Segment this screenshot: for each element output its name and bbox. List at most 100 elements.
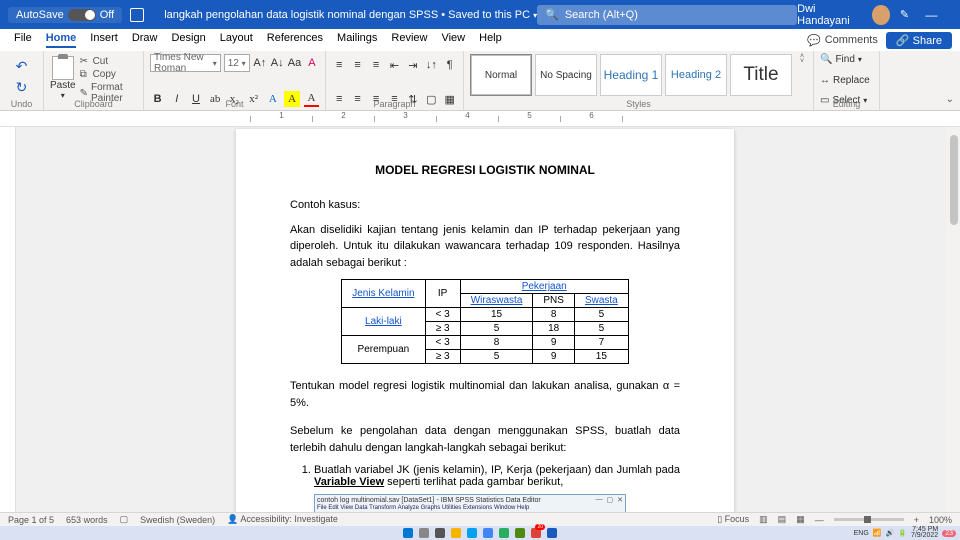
style-title[interactable]: Title xyxy=(730,54,792,96)
tab-layout[interactable]: Layout xyxy=(220,32,253,48)
doc-heading: MODEL REGRESI LOGISTIK NOMINAL xyxy=(290,163,680,177)
group-label-clipboard: Clipboard xyxy=(44,99,143,109)
tab-draw[interactable]: Draw xyxy=(132,32,158,48)
sort-icon[interactable]: ↓↑ xyxy=(424,57,438,73)
excel-icon[interactable] xyxy=(499,528,509,538)
accessibility-indicator[interactable]: 👤 Accessibility: Investigate xyxy=(227,514,338,525)
search-tb-icon[interactable] xyxy=(419,528,429,538)
zoom-out-icon[interactable]: — xyxy=(815,515,824,525)
font-name-select[interactable]: Times New Roman▾ xyxy=(150,54,221,72)
zoom-level[interactable]: 100% xyxy=(929,515,952,525)
word-icon[interactable] xyxy=(547,528,557,538)
scissors-icon: ✂ xyxy=(80,57,90,67)
tab-file[interactable]: File xyxy=(14,32,32,48)
data-table: Jenis Kelamin IP Pekerjaan Wiraswasta PN… xyxy=(341,279,629,364)
spss-min-icon: — xyxy=(596,496,603,504)
ribbon: ↶ ↻ Undo Paste▾ ✂Cut ⧉Copy ✎Format Paint… xyxy=(0,51,960,111)
pilcrow-icon[interactable]: ¶ xyxy=(443,57,457,73)
th-jk: Jenis Kelamin xyxy=(342,280,425,308)
tab-mailings[interactable]: Mailings xyxy=(337,32,377,48)
tab-references[interactable]: References xyxy=(267,32,323,48)
tab-home[interactable]: Home xyxy=(46,32,77,48)
line-icon[interactable] xyxy=(515,528,525,538)
maximize-button[interactable]: ▢ xyxy=(954,0,960,29)
find-button[interactable]: 🔍Find▾ xyxy=(820,53,873,66)
paragraph-group: ≡ ≡ ≡ ⇤ ⇥ ↓↑ ¶ ≡ ≡ ≡ ≡ ⇅ ▢ ▦ Paragraph xyxy=(326,51,464,110)
style-nospacing[interactable]: No Spacing xyxy=(535,54,597,96)
style-heading2[interactable]: Heading 2 xyxy=(665,54,727,96)
zoom-slider[interactable] xyxy=(834,518,904,521)
start-icon[interactable] xyxy=(403,528,413,538)
case-label: Contoh kasus: xyxy=(290,197,680,214)
volume-icon[interactable]: 🔊 xyxy=(886,529,895,537)
styles-expand-icon[interactable]: ˄˅ xyxy=(797,54,807,64)
case-text: Akan diselidiki kajian tentang jenis kel… xyxy=(290,222,680,272)
wifi-icon[interactable]: 📶 xyxy=(873,529,882,537)
user-name[interactable]: Dwi Handayani xyxy=(797,3,862,27)
undo-icon[interactable]: ↶ xyxy=(16,58,28,75)
vertical-ruler[interactable] xyxy=(0,127,16,512)
ribbon-collapse-icon[interactable]: ⌄ xyxy=(946,94,954,105)
numbering-icon[interactable]: ≡ xyxy=(350,57,364,73)
document-title[interactable]: langkah pengolahan data logistik nominal… xyxy=(164,9,537,21)
word-count[interactable]: 653 words xyxy=(66,515,108,525)
minimize-button[interactable]: — xyxy=(919,0,944,29)
read-mode-icon[interactable]: ▥ xyxy=(759,514,768,525)
page-indicator[interactable]: Page 1 of 5 xyxy=(8,515,54,525)
spell-check-icon[interactable]: ▢ xyxy=(120,514,129,525)
tray-lang[interactable]: ENG xyxy=(854,530,869,537)
copy-button[interactable]: ⧉Copy xyxy=(80,69,137,80)
horizontal-ruler[interactable]: 1 2 3 4 5 6 xyxy=(0,111,960,127)
tab-help[interactable]: Help xyxy=(479,32,502,48)
r-icon[interactable] xyxy=(483,528,493,538)
clear-format-icon[interactable]: A xyxy=(305,55,319,71)
group-label-editing: Editing xyxy=(814,99,879,109)
tab-view[interactable]: View xyxy=(441,32,465,48)
grow-font-icon[interactable]: A↑ xyxy=(253,55,267,71)
vertical-scrollbar[interactable] xyxy=(946,127,960,512)
notif-badge[interactable]: 23 xyxy=(942,530,956,537)
search-icon: 🔍 xyxy=(545,8,559,21)
th-swasta: Swasta xyxy=(574,294,628,308)
zoom-in-icon[interactable]: + xyxy=(914,515,919,525)
chrome-icon[interactable]: 20 xyxy=(531,528,541,538)
comments-button[interactable]: 💬 Comments xyxy=(807,34,878,47)
page[interactable]: MODEL REGRESI LOGISTIK NOMINAL Contoh ka… xyxy=(236,129,734,512)
bullets-icon[interactable]: ≡ xyxy=(332,57,346,73)
explorer-icon[interactable] xyxy=(451,528,461,538)
font-size-select[interactable]: 12▾ xyxy=(224,54,250,72)
copy-icon: ⧉ xyxy=(80,70,90,80)
spss-close-icon: ✕ xyxy=(617,496,623,504)
indent-right-icon[interactable]: ⇥ xyxy=(406,57,420,73)
tab-insert[interactable]: Insert xyxy=(90,32,118,48)
table-row: Perempuan < 3 8 9 7 xyxy=(342,336,629,350)
edge-icon[interactable] xyxy=(467,528,477,538)
style-heading1[interactable]: Heading 1 xyxy=(600,54,662,96)
search-input[interactable]: 🔍 Search (Alt+Q) xyxy=(537,5,797,25)
taskview-icon[interactable] xyxy=(435,528,445,538)
battery-icon[interactable]: 🔋 xyxy=(898,529,907,537)
shrink-font-icon[interactable]: A↓ xyxy=(270,55,284,71)
tab-review[interactable]: Review xyxy=(391,32,427,48)
cut-button[interactable]: ✂Cut xyxy=(80,56,137,67)
language-indicator[interactable]: Swedish (Sweden) xyxy=(140,515,215,525)
pen-icon[interactable]: ✎ xyxy=(900,8,909,21)
style-normal[interactable]: Normal xyxy=(470,54,532,96)
autosave-toggle[interactable]: AutoSave Off xyxy=(8,7,122,23)
autosave-state: Off xyxy=(100,9,114,21)
web-layout-icon[interactable]: ▦ xyxy=(796,514,805,525)
indent-left-icon[interactable]: ⇤ xyxy=(387,57,401,73)
focus-mode[interactable]: ▯ Focus xyxy=(717,514,749,525)
share-button[interactable]: 🔗 Share xyxy=(886,32,952,49)
redo-icon[interactable]: ↻ xyxy=(16,79,28,96)
save-icon[interactable] xyxy=(130,8,144,22)
replace-button[interactable]: ↔Replace xyxy=(820,74,873,87)
avatar[interactable] xyxy=(872,5,890,25)
multilevel-icon[interactable]: ≡ xyxy=(369,57,383,73)
print-layout-icon[interactable]: ▤ xyxy=(778,514,787,525)
th-pekerjaan: Pekerjaan xyxy=(460,280,628,294)
change-case-icon[interactable]: Aa xyxy=(287,55,301,71)
scrollbar-thumb[interactable] xyxy=(950,135,958,225)
th-pns: PNS xyxy=(533,294,575,308)
tab-design[interactable]: Design xyxy=(171,32,205,48)
